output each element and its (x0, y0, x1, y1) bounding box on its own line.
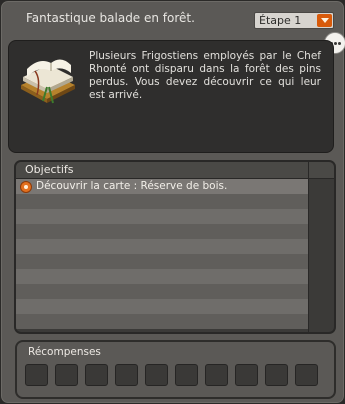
quest-description-panel: Plusieurs Frigostiens employés par le Ch… (8, 40, 334, 153)
reward-slot[interactable] (265, 364, 288, 386)
list-item (16, 194, 308, 209)
list-item (16, 269, 308, 284)
reward-slot[interactable] (235, 364, 258, 386)
reward-slot[interactable] (25, 364, 48, 386)
objective-item[interactable]: Découvrir la carte : Réserve de bois. (16, 179, 308, 194)
reward-slot[interactable] (295, 364, 318, 386)
reward-slot[interactable] (145, 364, 168, 386)
reward-slot[interactable] (115, 364, 138, 386)
list-item (16, 254, 308, 269)
reward-slot[interactable] (205, 364, 228, 386)
list-item (16, 209, 308, 224)
reward-slot[interactable] (85, 364, 108, 386)
quest-title: Fantastique balade en forêt. (26, 11, 195, 25)
objectives-panel: Objectifs Découvrir la carte : Réserve d… (14, 160, 336, 334)
step-select-value: Étape 1 (259, 14, 302, 27)
objectives-header-label: Objectifs (25, 163, 74, 176)
list-item (16, 239, 308, 254)
step-select[interactable]: Étape 1 (254, 12, 334, 29)
list-item (16, 284, 308, 299)
rewards-header: Récompenses (28, 346, 101, 358)
quest-window: Fantastique balade en forêt. Étape 1 Plu… (0, 0, 345, 404)
reward-slot[interactable] (175, 364, 198, 386)
dropdown-arrow-icon[interactable] (317, 14, 332, 27)
quest-description: Plusieurs Frigostiens employés par le Ch… (89, 50, 321, 101)
list-item (16, 224, 308, 239)
list-item (16, 314, 308, 329)
objectives-header: Objectifs (16, 162, 334, 179)
column-divider (308, 162, 309, 332)
objectives-list: Découvrir la carte : Réserve de bois. (16, 179, 308, 329)
list-item (16, 299, 308, 314)
reward-slot[interactable] (55, 364, 78, 386)
book-icon (21, 59, 75, 104)
rewards-panel: Récompenses (15, 340, 336, 399)
objective-label: Découvrir la carte : Réserve de bois. (36, 180, 228, 192)
objective-marker-icon (20, 181, 32, 193)
